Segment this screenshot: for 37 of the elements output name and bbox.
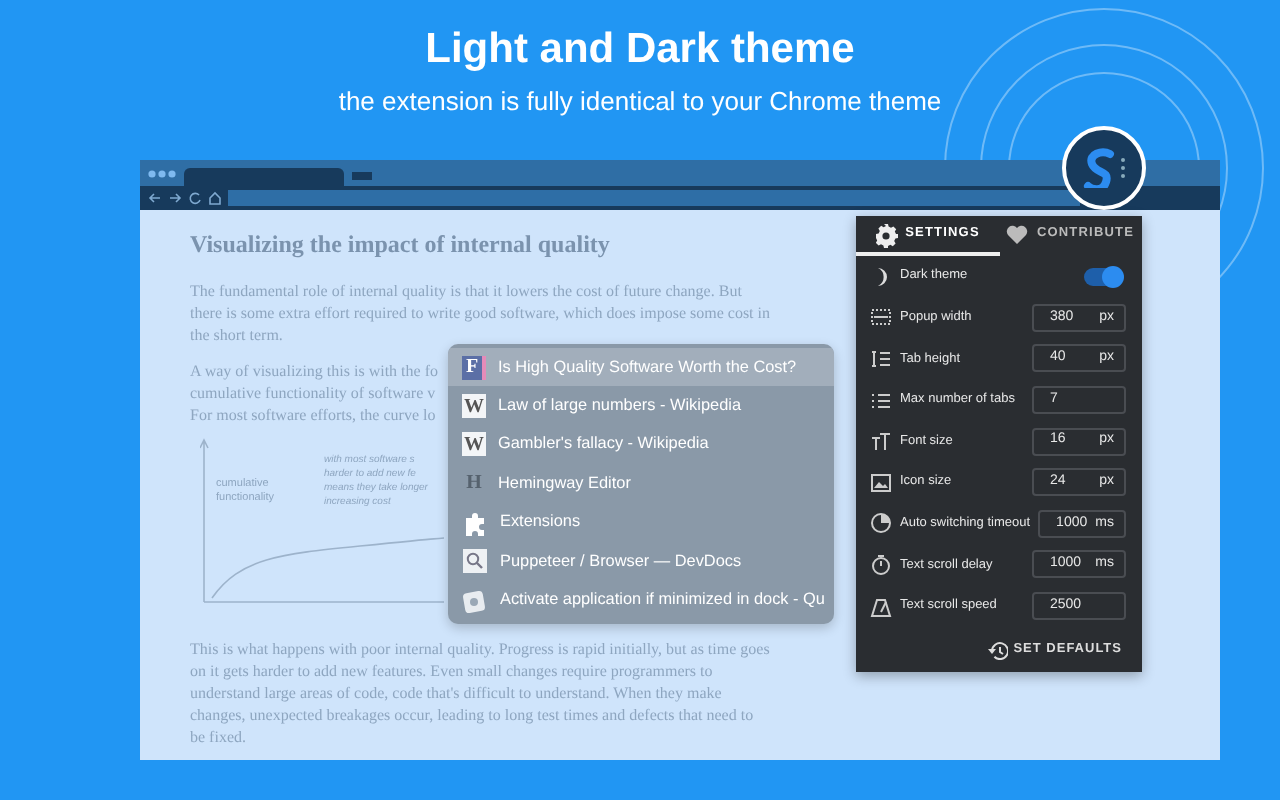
app-icon bbox=[462, 587, 488, 614]
site-icon: W bbox=[462, 394, 486, 419]
article-heading: Visualizing the impact of internal quality bbox=[190, 230, 610, 259]
image-icon bbox=[870, 471, 892, 494]
tab-switcher-item[interactable]: F Is High Quality Software Worth the Cost? bbox=[448, 348, 834, 387]
gear-icon bbox=[875, 221, 898, 247]
metronome-icon bbox=[870, 595, 892, 618]
tab-switcher-item[interactable]: W Gambler's fallacy - Wikipedia bbox=[448, 425, 834, 465]
stopwatch-icon bbox=[870, 553, 892, 576]
article-text-line: cumulative functionality of software v bbox=[190, 382, 436, 405]
tab-switcher-item[interactable]: W Law of large numbers - Wikipedia bbox=[448, 386, 834, 426]
timer-icon bbox=[870, 512, 892, 535]
extension-logo-icon[interactable] bbox=[1082, 148, 1116, 188]
more-icon[interactable] bbox=[1120, 156, 1126, 180]
search-icon bbox=[462, 548, 488, 575]
article-paragraph: This is what happens with poor internal quality. Progress is rapid initially, but as time goes on it gets harder to add new features. Even small changes require programmers to understand large areas of code, code that's difficult to understand. When they make changes, unexpected breakages occur, leading to long test times and defects that need to be fixed. bbox=[190, 638, 770, 749]
list-icon bbox=[870, 389, 892, 412]
site-icon: H bbox=[462, 471, 486, 496]
article-text-line: A way of visualizing this is with the fo bbox=[190, 360, 438, 383]
back-icon[interactable] bbox=[148, 190, 162, 206]
article-text-line: For most software efforts, the curve lo bbox=[190, 404, 436, 427]
page-subtitle: the extension is fully identical to your Chrome theme bbox=[336, 84, 944, 120]
window-controls-icon bbox=[148, 169, 176, 177]
forward-icon[interactable] bbox=[168, 190, 182, 206]
home-icon[interactable] bbox=[208, 190, 222, 206]
toggle-switch[interactable] bbox=[1084, 267, 1120, 286]
width-icon bbox=[870, 306, 892, 329]
article-paragraph: The fundamental role of internal quality is that it lowers the cost of future change. But there is some extra effort required to write good software, which does impose some cost in the short term. bbox=[190, 280, 770, 347]
history-icon bbox=[987, 640, 1008, 661]
heart-icon bbox=[1006, 221, 1029, 247]
reload-icon[interactable] bbox=[188, 190, 202, 206]
site-icon: W bbox=[462, 432, 486, 457]
site-icon: F bbox=[462, 355, 486, 380]
page-title: Light and Dark theme bbox=[423, 24, 857, 76]
list-icon bbox=[870, 347, 892, 370]
puzzle-icon bbox=[462, 509, 488, 536]
text-size-icon bbox=[870, 430, 892, 453]
